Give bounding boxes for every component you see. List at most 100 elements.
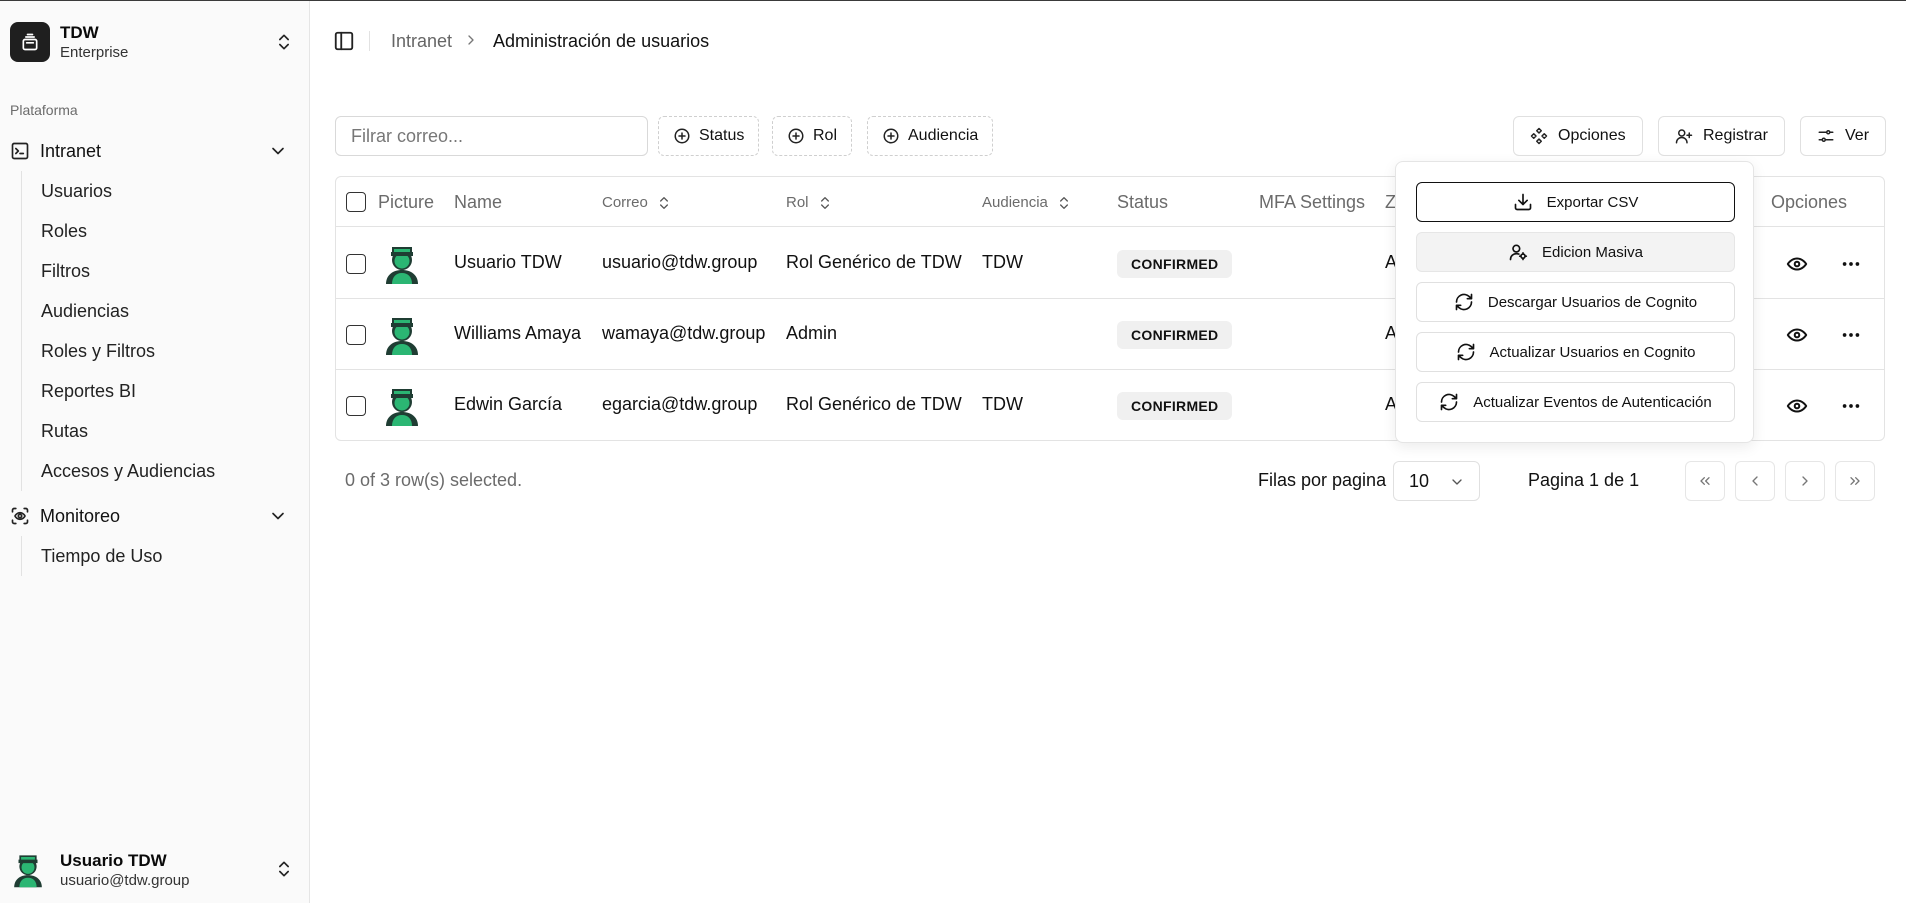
sidebar: TDW Enterprise Plataforma Intranet Usuar… [0, 1, 310, 903]
rol-filter-button[interactable]: Rol [772, 116, 853, 156]
avatar [386, 247, 418, 284]
first-page-button[interactable] [1685, 461, 1725, 501]
options-label: Opciones [1558, 127, 1626, 144]
select-all-checkbox[interactable] [346, 192, 366, 212]
email-filter-input[interactable] [335, 116, 648, 156]
sidebar-item-accesos-y-audiencias[interactable]: Accesos y Audiencias [22, 451, 291, 491]
update-cognito-users-button[interactable]: Actualizar Usuarios en Cognito [1416, 332, 1735, 372]
col-correo: Correo [602, 194, 648, 211]
next-page-button[interactable] [1785, 461, 1825, 501]
plus-circle-icon [674, 128, 690, 144]
chevron-right-icon [468, 35, 474, 45]
header-divider [369, 31, 370, 51]
col-correo-sort[interactable]: Correo [602, 194, 672, 211]
rows-per-page-select[interactable]: 10 [1393, 461, 1480, 501]
sidebar-item-usuarios[interactable]: Usuarios [22, 171, 291, 211]
download-cognito-users-button[interactable]: Descargar Usuarios de Cognito [1416, 282, 1735, 322]
view-label: Ver [1845, 127, 1870, 144]
refresh-icon [1455, 293, 1473, 311]
chevrons-right-icon [1850, 477, 1860, 485]
row-checkbox[interactable] [346, 396, 366, 416]
team-switcher[interactable]: TDW Enterprise [10, 20, 294, 64]
col-picture: Picture [378, 192, 435, 212]
eye-icon[interactable] [1786, 253, 1808, 275]
brand-logo [10, 22, 50, 62]
col-rol-sort[interactable]: Rol [786, 194, 833, 211]
update-auth-events-button[interactable]: Actualizar Eventos de Autenticación [1416, 382, 1735, 422]
sidebar-item-audiencias[interactable]: Audiencias [22, 291, 291, 331]
more-horizontal-icon[interactable] [1840, 253, 1862, 275]
sidebar-item-reportes-bi[interactable]: Reportes BI [22, 371, 291, 411]
prev-page-button[interactable] [1735, 461, 1775, 501]
brand-name: TDW [60, 22, 99, 42]
user-menu[interactable]: Usuario TDW usuario@tdw.group [10, 847, 294, 893]
more-horizontal-icon[interactable] [1840, 324, 1862, 346]
cell-name: Usuario TDW [454, 252, 562, 272]
export-csv-button[interactable]: Exportar CSV [1416, 182, 1735, 222]
register-label: Registrar [1703, 127, 1768, 144]
sidebar-item-tiempo-de-uso[interactable]: Tiempo de Uso [22, 536, 291, 576]
last-page-button[interactable] [1835, 461, 1875, 501]
chevron-right-icon [1802, 476, 1808, 486]
cell-audiencia: TDW [982, 252, 1023, 272]
page-info: Pagina 1 de 1 [1528, 470, 1640, 490]
cell-rol: Admin [786, 323, 838, 343]
menu-item-label: Actualizar Eventos de Autenticación [1473, 393, 1712, 411]
col-audiencia: Audiencia [982, 194, 1048, 211]
options-button[interactable]: Opciones [1513, 116, 1643, 156]
chevron-left-icon [1752, 476, 1758, 486]
options-menu: Exportar CSV Edicion Masiva Descargar Us… [1395, 161, 1754, 443]
row-checkbox[interactable] [346, 325, 366, 345]
eye-icon[interactable] [1786, 395, 1808, 417]
col-opciones: Opciones [1771, 192, 1848, 212]
eye-icon[interactable] [1786, 324, 1808, 346]
terminal-square-icon [11, 142, 29, 160]
nav-group-label: Monitoreo [40, 505, 121, 526]
cell-rol: Rol Genérico de TDW [786, 252, 962, 272]
facet-label: Rol [813, 127, 838, 144]
user-name: Usuario TDW [60, 850, 167, 870]
status-badge: CONFIRMED [1117, 321, 1233, 349]
col-rol: Rol [786, 194, 809, 211]
nav-group-intranet[interactable]: Intranet [10, 133, 294, 169]
chevron-down-icon [272, 147, 284, 155]
eye-scan-icon [11, 507, 29, 525]
breadcrumb-parent[interactable]: Intranet [391, 31, 452, 52]
status-filter-button[interactable]: Status [658, 116, 760, 156]
sidebar-item-roles[interactable]: Roles [22, 211, 291, 251]
menu-item-label: Exportar CSV [1546, 193, 1639, 211]
sidebar-item-filtros[interactable]: Filtros [22, 251, 291, 291]
sort-icon [1059, 196, 1068, 209]
chevrons-left-icon [1700, 477, 1710, 485]
rows-per-page-label: Filas por pagina [1258, 470, 1387, 490]
sort-icon [820, 196, 829, 209]
sidebar-item-roles-y-filtros[interactable]: Roles y Filtros [22, 331, 291, 371]
audiencia-filter-button[interactable]: Audiencia [867, 116, 994, 156]
download-icon [1514, 193, 1531, 211]
cell-email: egarcia@tdw.group [602, 394, 758, 414]
user-plus-icon [1675, 129, 1693, 144]
chevrons-up-down-icon [279, 34, 289, 50]
sidebar-item-rutas[interactable]: Rutas [22, 411, 291, 451]
view-button[interactable]: Ver [1800, 116, 1887, 156]
col-mfa: MFA Settings [1259, 192, 1366, 212]
cell-email: wamaya@tdw.group [602, 323, 766, 343]
nav-group-monitoreo[interactable]: Monitoreo [10, 498, 294, 534]
status-badge: CONFIRMED [1117, 392, 1233, 420]
plus-circle-icon [788, 128, 804, 144]
row-checkbox[interactable] [346, 254, 366, 274]
avatar [14, 855, 42, 888]
sidebar-toggle-icon[interactable] [333, 30, 355, 52]
sort-icon [659, 196, 668, 209]
bulk-edit-button[interactable]: Edicion Masiva [1416, 232, 1735, 272]
chevron-down-icon [1452, 479, 1462, 485]
col-audiencia-sort[interactable]: Audiencia [982, 194, 1072, 211]
facet-label: Audiencia [908, 127, 979, 144]
cell-name: Williams Amaya [454, 323, 582, 343]
facet-label: Status [699, 127, 745, 144]
breadcrumb-current: Administración de usuarios [493, 31, 710, 51]
chevron-down-icon [272, 512, 284, 520]
register-button[interactable]: Registrar [1658, 116, 1785, 156]
cell-name: Edwin García [454, 394, 563, 414]
more-horizontal-icon[interactable] [1840, 395, 1862, 417]
